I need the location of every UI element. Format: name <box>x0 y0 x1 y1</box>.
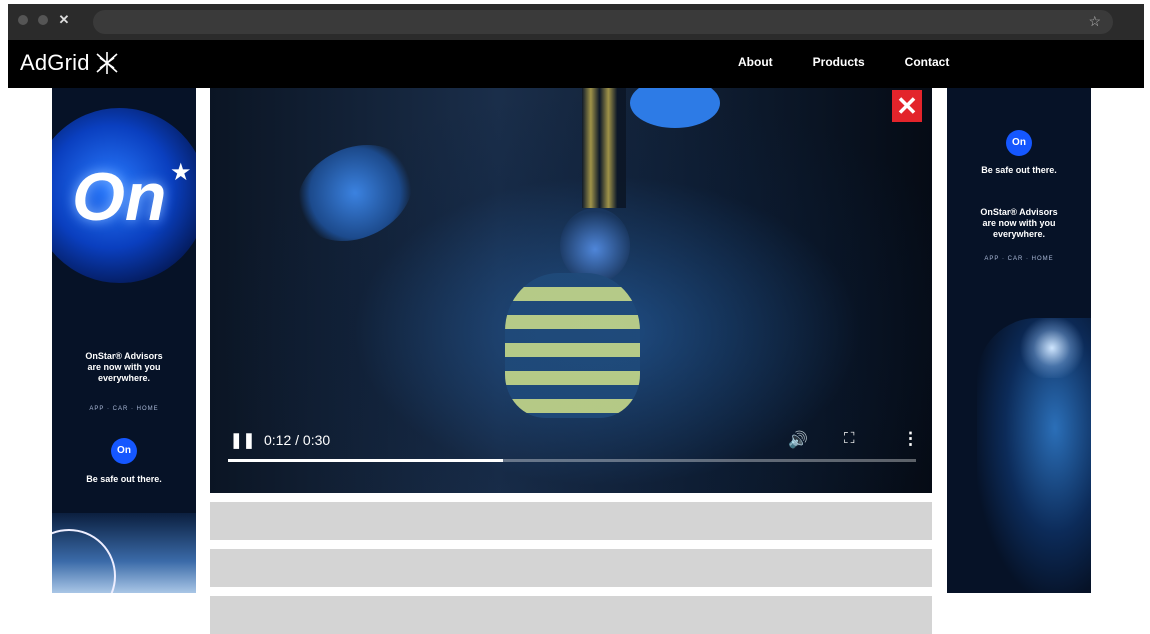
site-header: AdGrid About Products Contact <box>8 40 1144 88</box>
window-controls: ✕ <box>18 13 70 26</box>
video-controls: ❚❚ 0:12 / 0:30 🔊 ⛶ ⋮ <box>210 421 932 493</box>
ad-copy: OnStar® Advisors are now with you everyw… <box>85 351 163 383</box>
close-ad-button[interactable]: ✕ <box>892 90 922 122</box>
onstar-badge: On <box>1006 130 1032 156</box>
video-child-head-graphic <box>560 208 630 283</box>
nav-contact[interactable]: Contact <box>905 55 950 69</box>
logo-text: AdGrid <box>20 50 90 75</box>
ad-sub: APP · CAR · HOME <box>984 256 1054 262</box>
volume-icon[interactable]: 🔊 <box>788 430 808 450</box>
video-child-body-graphic <box>505 273 640 418</box>
video-player[interactable]: ❚❚ 0:12 / 0:30 🔊 ⛶ ⋮ <box>210 88 932 493</box>
ad-sub: APP · CAR · HOME <box>89 406 159 412</box>
ad-tagline: Be safe out there. <box>86 474 162 484</box>
content-placeholder <box>210 596 932 634</box>
site-logo[interactable]: AdGrid <box>20 50 120 76</box>
page-content: On ★ OnStar® Advisors are now with you e… <box>8 88 1144 634</box>
onstar-badge: On <box>111 438 137 464</box>
ad-tagline: Be safe out there. <box>981 165 1057 175</box>
right-side-ad[interactable]: On Be safe out there. OnStar® Advisors a… <box>947 88 1091 593</box>
video-progress-bar[interactable] <box>228 459 916 462</box>
hair-light-graphic <box>1017 318 1087 378</box>
nav-products[interactable]: Products <box>813 55 865 69</box>
browser-toolbar: ✕ ☆ <box>8 4 1144 40</box>
minimize-dot[interactable] <box>18 15 28 25</box>
zoom-dot[interactable] <box>38 15 48 25</box>
address-bar[interactable]: ☆ <box>93 10 1113 34</box>
nav-about[interactable]: About <box>738 55 773 69</box>
left-side-ad[interactable]: On ★ OnStar® Advisors are now with you e… <box>52 88 196 593</box>
content-placeholder <box>210 502 932 540</box>
starburst-icon <box>96 52 118 74</box>
video-pole-graphic <box>582 88 626 208</box>
video-progress-fill <box>228 459 504 462</box>
pause-button[interactable]: ❚❚ <box>230 431 255 449</box>
close-icon[interactable]: ✕ <box>58 13 70 26</box>
content-placeholder <box>210 549 932 587</box>
more-options-icon[interactable]: ⋮ <box>902 429 919 449</box>
fullscreen-icon[interactable]: ⛶ <box>844 430 855 447</box>
onstar-logo-big: On <box>72 159 167 235</box>
star-icon: ★ <box>170 159 192 186</box>
bookmark-star-icon[interactable]: ☆ <box>1088 13 1101 30</box>
ad-copy: OnStar® Advisors are now with you everyw… <box>980 207 1058 239</box>
main-nav: About Products Contact <box>738 55 949 69</box>
video-time: 0:12 / 0:30 <box>264 432 331 448</box>
